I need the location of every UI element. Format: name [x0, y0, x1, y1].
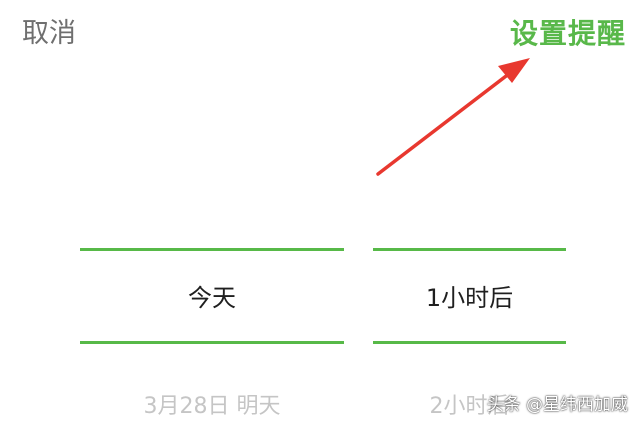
date-option-selected[interactable]: 今天	[80, 278, 344, 318]
set-reminder-button[interactable]: 设置提醒	[510, 16, 626, 52]
selection-line-top	[373, 248, 566, 251]
selection-line-bottom	[80, 341, 344, 344]
time-option-selected[interactable]: 1小时后	[373, 278, 566, 318]
watermark: 头条 @星纬西加威	[486, 395, 628, 415]
cancel-button[interactable]: 取消	[22, 16, 76, 52]
selection-line-top	[80, 248, 344, 251]
selection-line-bottom	[373, 341, 566, 344]
date-option-next[interactable]: 3月28日 明天	[80, 389, 344, 425]
date-picker-column[interactable]: 今天 3月28日 明天	[80, 248, 344, 428]
